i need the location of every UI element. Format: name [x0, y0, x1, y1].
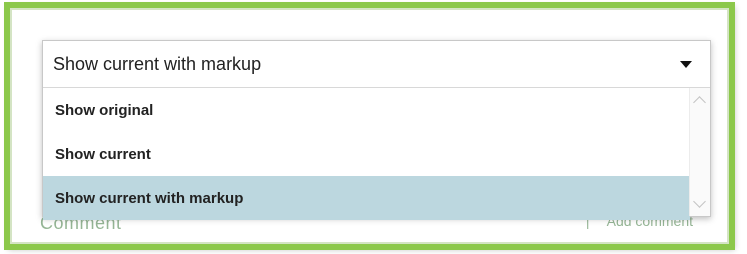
option-show-current-with-markup[interactable]: Show current with markup [43, 176, 690, 220]
chevron-down-icon[interactable] [693, 195, 706, 208]
dropdown-options-list: Show original Show current Show current … [43, 88, 690, 220]
view-mode-select[interactable]: Show current with markup [43, 41, 710, 88]
highlight-frame: Comment | Add comment Show current with … [4, 2, 735, 250]
dropdown-scrollbar[interactable] [689, 88, 710, 216]
option-show-current[interactable]: Show current [43, 132, 690, 176]
caret-down-icon[interactable] [680, 60, 692, 68]
selected-value: Show current with markup [53, 53, 262, 74]
chevron-up-icon[interactable] [693, 96, 706, 109]
option-show-original[interactable]: Show original [43, 88, 690, 132]
view-mode-dropdown[interactable]: Show current with markup Show original S… [42, 40, 711, 220]
